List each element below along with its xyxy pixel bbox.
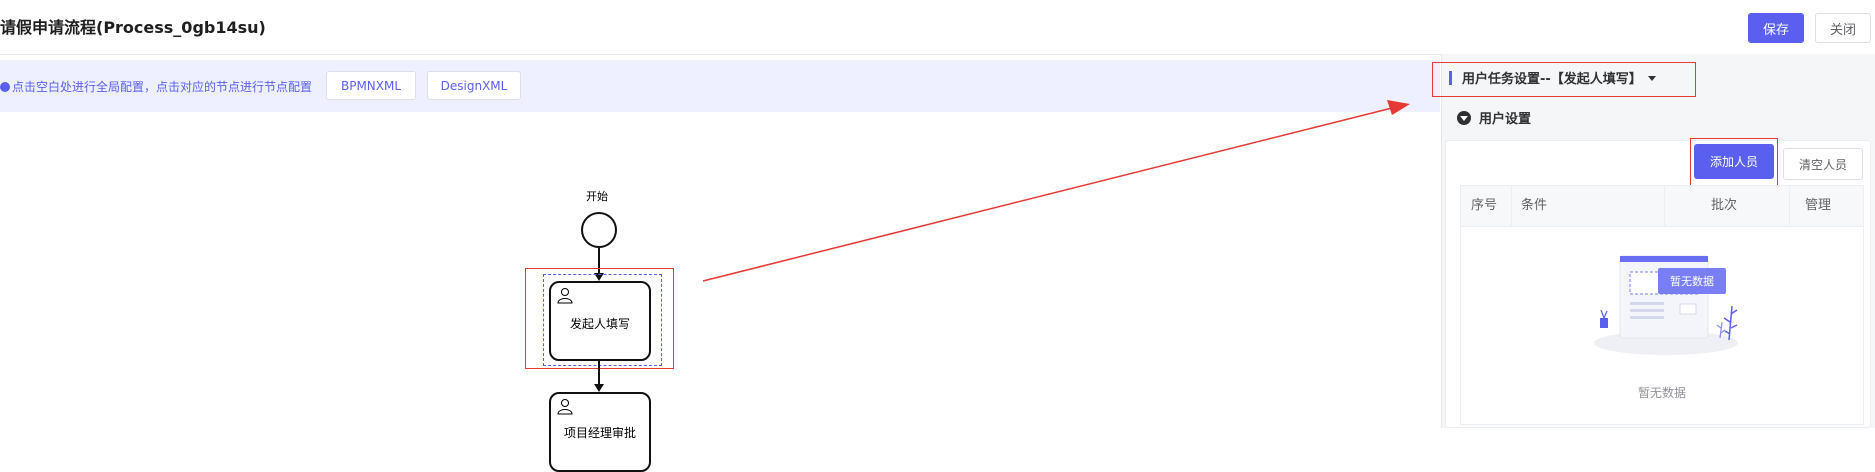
collapse-toggle-icon[interactable]: [1457, 111, 1471, 125]
start-event-label: 开始: [586, 190, 608, 203]
panel-title[interactable]: 用户任务设置--【发起人填写】: [1449, 68, 1656, 87]
task-label: 发起人填写: [569, 317, 630, 331]
column-header-manage: 管理: [1805, 198, 1832, 213]
add-user-button[interactable]: 添加人员: [1694, 144, 1774, 179]
design-xml-button[interactable]: DesignXML: [427, 71, 521, 100]
user-task-icon: [557, 399, 573, 415]
column-divider: [1664, 186, 1665, 226]
section-header-user-settings[interactable]: 用户设置: [1457, 108, 1531, 127]
clear-users-button[interactable]: 清空人员: [1783, 148, 1863, 180]
close-button[interactable]: 关闭: [1815, 13, 1871, 43]
sequence-flow-2-arrow: [594, 384, 604, 392]
bpmn-canvas[interactable]: [0, 112, 1440, 428]
hint-text: 点击空白处进行全局配置，点击对应的节点进行节点配置: [12, 80, 313, 94]
top-header: 请假申请流程(Process_0gb14su) 保存 关闭: [0, 0, 1875, 55]
user-table: 序号 条件 批次 管理 暂无数据 暂无数据: [1460, 185, 1864, 425]
column-header-index: 序号: [1471, 198, 1498, 213]
hint-text-wrap: 点击空白处进行全局配置，点击对应的节点进行节点配置: [0, 78, 312, 95]
caret-down-icon[interactable]: [1647, 76, 1656, 81]
empty-state-illustration: [1594, 255, 1738, 355]
panel-title-text: 用户任务设置--【发起人填写】: [1462, 72, 1642, 87]
info-icon: [0, 82, 10, 92]
user-task-icon: [557, 288, 573, 304]
section-title: 用户设置: [1479, 112, 1532, 127]
bpmn-xml-button[interactable]: BPMNXML: [326, 71, 416, 100]
empty-badge: 暂无数据: [1658, 268, 1726, 294]
empty-state-text: 暂无数据: [1637, 386, 1686, 400]
start-event[interactable]: [581, 212, 617, 248]
column-header-batch: 批次: [1711, 198, 1738, 213]
column-header-condition: 条件: [1521, 198, 1548, 213]
task-initiator-fill[interactable]: 发起人填写: [549, 281, 651, 361]
hint-bar: 点击空白处进行全局配置，点击对应的节点进行节点配置 BPMNXML Design…: [0, 60, 1440, 112]
table-header: 序号 条件 批次 管理: [1461, 186, 1863, 227]
sequence-flow-2[interactable]: [598, 361, 600, 386]
accent-bar: [1449, 71, 1452, 85]
column-divider: [1511, 186, 1512, 226]
page-title: 请假申请流程(Process_0gb14su): [0, 18, 266, 37]
task-manager-approve[interactable]: 项目经理审批: [549, 392, 651, 472]
column-divider: [1789, 186, 1790, 226]
task-label: 项目经理审批: [563, 426, 636, 440]
save-button[interactable]: 保存: [1748, 13, 1804, 43]
